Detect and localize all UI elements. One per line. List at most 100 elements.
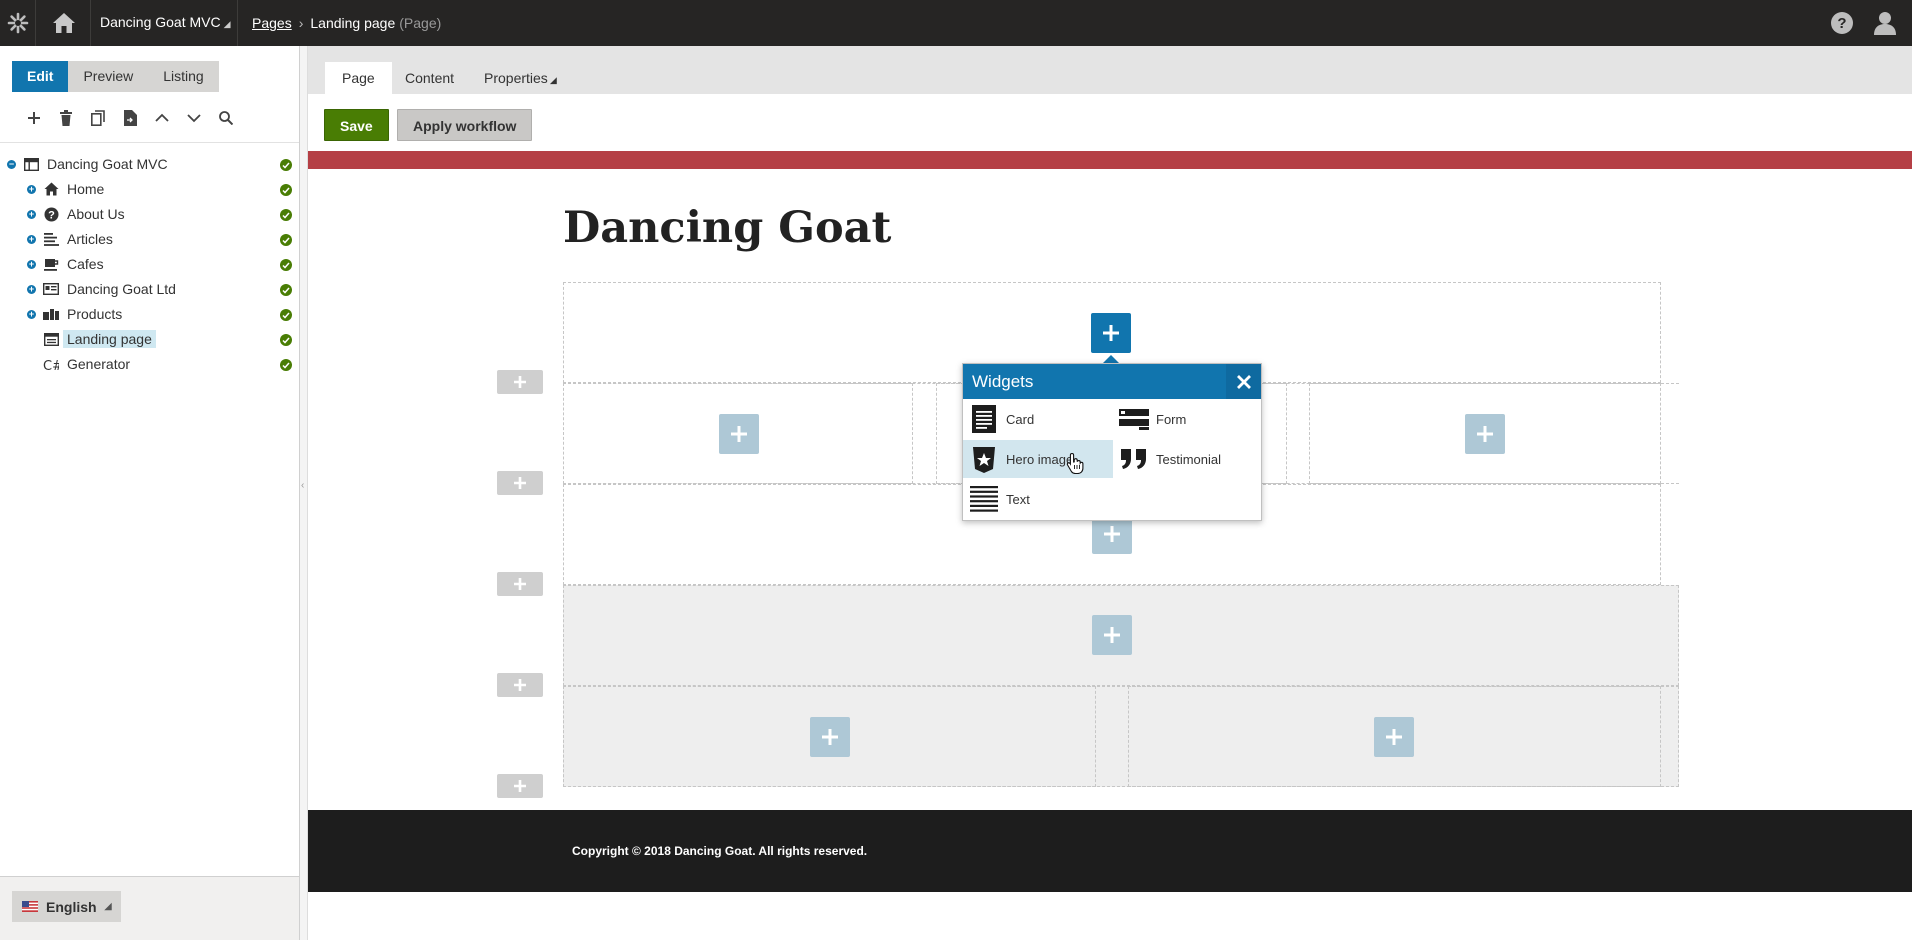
panel-splitter[interactable]: ‹ [300, 46, 308, 940]
plus-icon [514, 376, 526, 388]
help-icon[interactable]: ? [1830, 11, 1854, 38]
add-section-button[interactable] [497, 471, 543, 495]
quote-icon [1119, 444, 1149, 474]
tree-toolbar [18, 106, 242, 130]
hand-cursor-icon [1066, 452, 1084, 477]
published-check-icon [280, 184, 292, 196]
tab-properties[interactable]: Properties ◢ [467, 62, 574, 94]
breadcrumb-pages-link[interactable]: Pages [252, 15, 292, 31]
add-icon[interactable] [18, 106, 50, 130]
published-check-icon [280, 234, 292, 246]
tree-node-cafes[interactable]: + Cafes [0, 252, 299, 277]
page-title: Dancing Goat [563, 203, 892, 253]
delete-icon[interactable] [50, 106, 82, 130]
csharp-icon: C# [43, 356, 59, 372]
widget-hero-image[interactable]: Hero image [963, 440, 1113, 478]
widget-text[interactable]: Text [963, 480, 1113, 518]
mode-listing-button[interactable]: Listing [148, 61, 219, 92]
caret-down-icon: ◢ [549, 75, 557, 85]
widget-card[interactable]: Card [963, 400, 1113, 438]
products-icon [43, 306, 59, 322]
tree-node-dancing-goat-ltd[interactable]: + Dancing Goat Ltd [0, 277, 299, 302]
apply-workflow-button[interactable]: Apply workflow [397, 109, 533, 141]
collapse-panel-icon[interactable]: ‹ [301, 480, 304, 491]
svg-text:C#: C# [43, 359, 59, 371]
tree-node-home[interactable]: + Home [0, 177, 299, 202]
hero-image-icon [969, 444, 999, 474]
tree-node-label: Generator [67, 356, 131, 372]
copy-icon[interactable] [82, 106, 114, 130]
expand-icon[interactable]: + [27, 260, 36, 269]
tree-node-about-us[interactable]: + ? About Us [0, 202, 299, 227]
question-icon: ? [43, 206, 59, 222]
widget-testimonial[interactable]: Testimonial [1113, 440, 1263, 478]
language-label: English [46, 898, 97, 915]
language-selector[interactable]: English ◢ [12, 891, 122, 922]
add-section-button[interactable] [497, 774, 543, 798]
chevron-right-icon: › [298, 15, 304, 31]
published-check-icon [280, 334, 292, 346]
expand-icon[interactable]: + [27, 285, 36, 294]
add-section-button[interactable] [497, 370, 543, 394]
mode-preview-button[interactable]: Preview [68, 61, 149, 92]
expand-icon[interactable]: + [27, 310, 36, 319]
plus-icon [1386, 729, 1402, 745]
tree-node-generator[interactable]: C# Generator [0, 352, 299, 377]
tab-content[interactable]: Content [388, 62, 471, 94]
plus-icon [822, 729, 838, 745]
add-widget-button[interactable] [810, 717, 850, 757]
move-document-icon[interactable] [114, 106, 146, 130]
widgets-popup: Widgets Card Form Hero image Testimonial… [962, 363, 1262, 521]
expand-icon[interactable]: + [27, 185, 36, 194]
published-check-icon [280, 159, 292, 171]
mode-switch: Edit Preview Listing [12, 61, 219, 92]
tree-node-landing-page[interactable]: Landing page [0, 327, 299, 352]
tree-node-label: Products [67, 306, 123, 322]
content-tree-panel: Edit Preview Listing − Dancing Goat MVC … [0, 46, 300, 940]
tree-node-dancing-goat-mvc[interactable]: − Dancing Goat MVC [0, 152, 299, 177]
tree-node-articles[interactable]: + Articles [0, 227, 299, 252]
page-builder-canvas: Dancing Goat Copyright © 2018 Dancing Go… [308, 151, 1912, 940]
form-icon [1119, 404, 1149, 434]
tab-page[interactable]: Page [325, 62, 392, 94]
collapse-icon[interactable]: − [7, 160, 16, 169]
plus-icon [514, 780, 526, 792]
list-icon [43, 231, 59, 247]
search-icon[interactable] [210, 106, 242, 130]
add-widget-button[interactable] [1465, 414, 1505, 454]
plus-icon [731, 426, 747, 442]
widget-label: Hero image [1006, 451, 1074, 467]
tabs-bar: Page Content Properties ◢ [308, 46, 1912, 94]
widgets-popup-header: Widgets [963, 364, 1261, 399]
tree-node-label: About Us [67, 206, 125, 222]
user-icon[interactable] [1873, 10, 1897, 39]
kentico-logo-icon[interactable] [0, 0, 36, 46]
tab-content-label: Content [405, 70, 455, 86]
widget-form[interactable]: Form [1113, 400, 1263, 438]
plus-icon [514, 477, 526, 489]
tree-node-label: Dancing Goat MVC [47, 156, 168, 172]
move-down-icon[interactable] [178, 106, 210, 130]
tree-node-label: Dancing Goat Ltd [67, 281, 176, 297]
breadcrumb-current: Landing page [310, 15, 396, 31]
home-icon[interactable] [37, 0, 91, 46]
add-widget-button[interactable] [1092, 615, 1132, 655]
home-icon [43, 181, 59, 197]
mode-edit-button[interactable]: Edit [12, 61, 69, 92]
add-section-button[interactable] [497, 572, 543, 596]
close-icon[interactable] [1226, 364, 1261, 399]
add-section-button[interactable] [497, 673, 543, 697]
tree-node-products[interactable]: + Products [0, 302, 299, 327]
popup-pointer [1103, 355, 1119, 363]
save-button[interactable]: Save [324, 109, 389, 141]
add-widget-button[interactable] [719, 414, 759, 454]
add-widget-button[interactable] [1091, 313, 1131, 353]
text-lines-icon [969, 484, 999, 514]
expand-icon[interactable]: + [27, 235, 36, 244]
site-selector[interactable]: Dancing Goat MVC ◢ [100, 14, 231, 30]
move-up-icon[interactable] [146, 106, 178, 130]
add-widget-button[interactable] [1374, 717, 1414, 757]
widget-label: Testimonial [1156, 451, 1222, 467]
header-band [308, 151, 1912, 169]
expand-icon[interactable]: + [27, 210, 36, 219]
